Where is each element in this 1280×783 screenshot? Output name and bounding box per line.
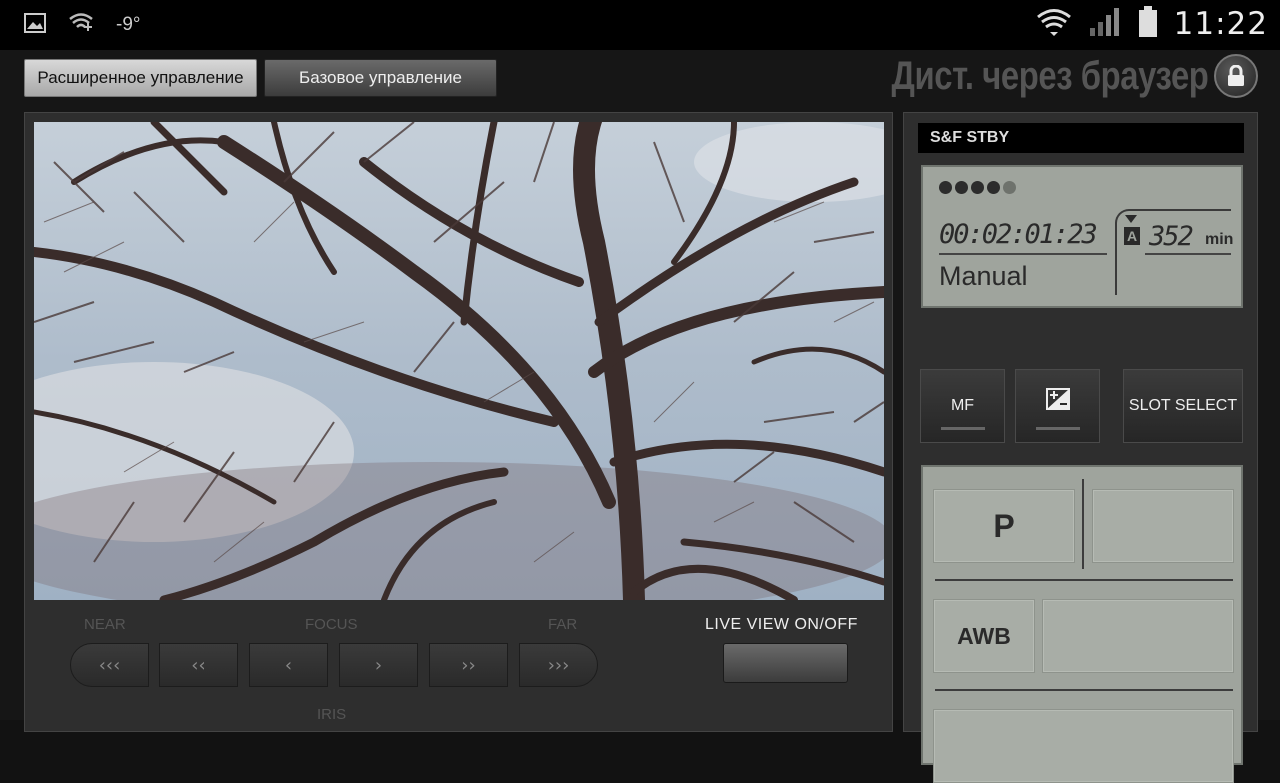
focus-near-slow-button[interactable]: ‹ bbox=[249, 643, 328, 687]
iris-label: IRIS bbox=[317, 706, 347, 723]
live-view-panel: NEAR FOCUS FAR IRIS ‹‹‹ ‹‹ ‹ › ›› ››› LI… bbox=[24, 112, 893, 732]
lock-button[interactable] bbox=[1214, 54, 1258, 98]
settings-divider bbox=[1082, 479, 1084, 569]
system-status-bar: -9° 11:22 bbox=[0, 0, 1280, 50]
focus-far-medium-button[interactable]: ›› bbox=[429, 643, 508, 687]
timecode-display: 00:02:01:23 bbox=[939, 219, 1098, 250]
tab-advanced-control[interactable]: Расширенное управление bbox=[24, 59, 257, 97]
gallery-icon bbox=[24, 13, 46, 37]
white-balance-cell[interactable]: AWB bbox=[933, 599, 1035, 673]
settings-extra-cell[interactable] bbox=[933, 709, 1234, 783]
battery-dot-empty bbox=[1003, 181, 1016, 194]
settings-lcd-area: P AWB bbox=[921, 465, 1243, 783]
battery-dot bbox=[955, 181, 968, 194]
live-view-label: LIVE VIEW ON/OFF bbox=[705, 616, 858, 633]
temperature-text: -9° bbox=[116, 14, 141, 35]
camera-lcd-display: 00:02:01:23 Manual A 352 min bbox=[921, 165, 1243, 308]
camera-status-panel: S&F STBY 00:02:01:23 Manual A 352 min MF… bbox=[903, 112, 1258, 783]
remote-browser-app: Расширенное управление Базовое управлени… bbox=[0, 50, 1280, 783]
mf-button[interactable]: MF bbox=[920, 369, 1005, 443]
battery-dot bbox=[939, 181, 952, 194]
exposure-indicator bbox=[1035, 427, 1080, 430]
focus-near-medium-button[interactable]: ‹‹ bbox=[159, 643, 238, 687]
far-label: FAR bbox=[548, 616, 578, 633]
white-balance-option-cell[interactable] bbox=[1042, 599, 1234, 673]
slot-select-button[interactable]: SLOT SELECT bbox=[1123, 369, 1243, 443]
wifi-plus-icon bbox=[68, 12, 94, 38]
settings-separator bbox=[935, 579, 1233, 581]
page-title: Дист. через браузер bbox=[891, 54, 1208, 98]
remaining-time-value: 352 bbox=[1149, 221, 1194, 252]
clock-text: 11:22 bbox=[1173, 6, 1268, 42]
remaining-time-unit: min bbox=[1205, 231, 1234, 248]
focus-far-fast-button[interactable]: ››› bbox=[519, 643, 598, 687]
focus-near-fast-button[interactable]: ‹‹‹ bbox=[70, 643, 149, 687]
exposure-compensation-icon bbox=[1045, 388, 1070, 410]
wifi-icon bbox=[1036, 7, 1072, 41]
battery-level-dots bbox=[939, 179, 1019, 198]
mf-indicator bbox=[940, 427, 985, 430]
mf-label: MF bbox=[950, 397, 975, 414]
status-bar-left: -9° bbox=[24, 12, 141, 38]
media-slot-badge: A bbox=[1124, 227, 1140, 245]
near-label: NEAR bbox=[84, 616, 126, 633]
live-view-image bbox=[34, 122, 884, 600]
mode-option-cell[interactable] bbox=[1092, 489, 1234, 563]
slot-indicator-arrow-icon bbox=[1125, 215, 1137, 223]
live-view-toggle-button[interactable] bbox=[723, 643, 848, 683]
settings-separator bbox=[935, 689, 1233, 691]
focus-label: FOCUS bbox=[305, 616, 358, 633]
lock-icon bbox=[1228, 65, 1244, 86]
tab-basic-control[interactable]: Базовое управление bbox=[264, 59, 497, 97]
exposure-button[interactable] bbox=[1015, 369, 1100, 443]
battery-dot bbox=[971, 181, 984, 194]
battery-icon bbox=[1138, 6, 1158, 42]
program-mode-cell[interactable]: P bbox=[933, 489, 1075, 563]
shooting-mode-text: Manual bbox=[939, 261, 1028, 291]
timecode-underline bbox=[939, 253, 1107, 255]
focus-far-slow-button[interactable]: › bbox=[339, 643, 418, 687]
status-bar-right: 11:22 bbox=[1036, 6, 1268, 42]
cell-signal-icon bbox=[1088, 6, 1122, 42]
remaining-underline bbox=[1145, 253, 1231, 255]
operation-mode-bar: S&F STBY bbox=[918, 123, 1244, 153]
battery-dot bbox=[987, 181, 1000, 194]
